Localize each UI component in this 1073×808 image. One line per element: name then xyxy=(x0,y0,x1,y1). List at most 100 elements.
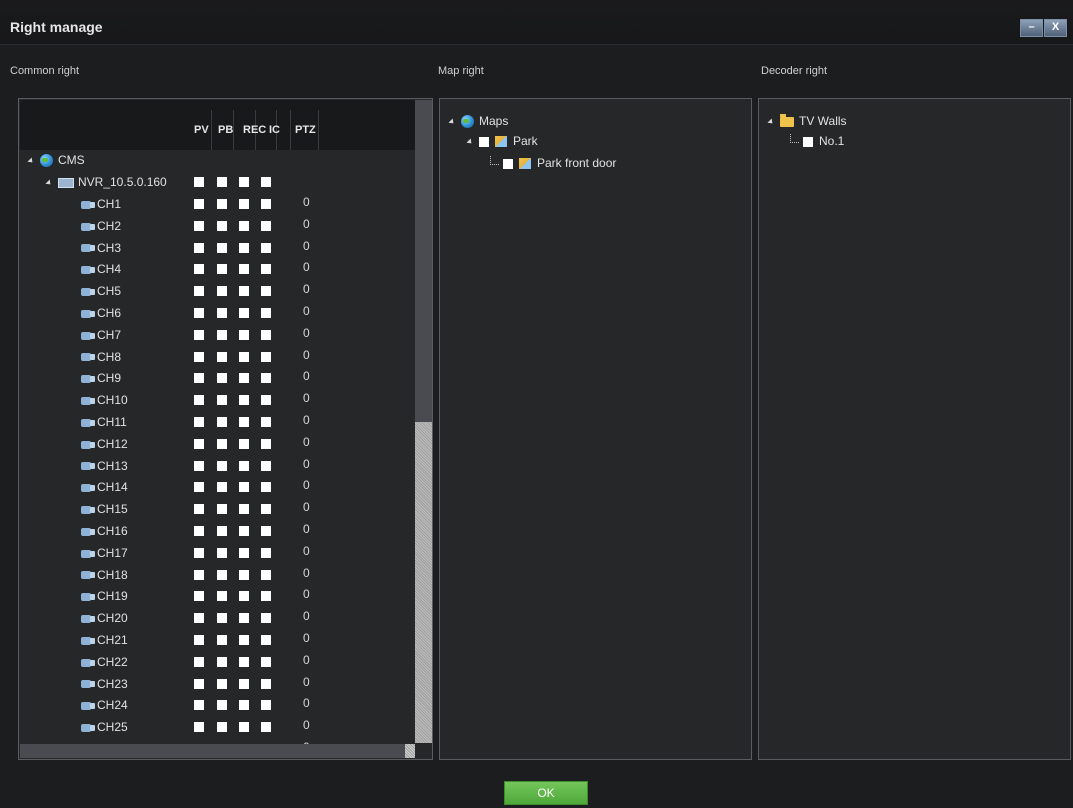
tree-node-park[interactable]: Park xyxy=(466,131,538,151)
channel-row[interactable]: CH10 0 xyxy=(81,390,381,410)
channel-pb-checkbox[interactable] xyxy=(217,242,227,253)
channel-pb-checkbox[interactable] xyxy=(217,678,227,689)
channel-rec-checkbox[interactable] xyxy=(239,373,249,384)
channel-rec-checkbox[interactable] xyxy=(239,504,249,515)
tree-node-park-front-door[interactable]: Park front door xyxy=(490,153,616,173)
channel-ic-checkbox[interactable] xyxy=(261,199,271,209)
channel-ptz-value[interactable]: 0 xyxy=(303,584,310,604)
channel-pb-checkbox[interactable] xyxy=(217,700,227,711)
channel-ptz-value[interactable]: 0 xyxy=(303,672,310,692)
channel-pv-checkbox[interactable] xyxy=(194,329,204,340)
channel-pv-checkbox[interactable] xyxy=(194,242,204,253)
channel-rec-checkbox[interactable] xyxy=(239,264,249,275)
channel-ptz-value[interactable]: 0 xyxy=(303,214,310,234)
channel-pv-checkbox[interactable] xyxy=(194,438,204,449)
channel-ptz-value[interactable]: 0 xyxy=(303,541,310,561)
channel-pb-checkbox[interactable] xyxy=(217,199,227,209)
channel-rec-checkbox[interactable] xyxy=(239,351,249,362)
channel-pv-checkbox[interactable] xyxy=(194,199,204,209)
channel-ic-checkbox[interactable] xyxy=(261,264,271,275)
channel-pb-checkbox[interactable] xyxy=(217,504,227,515)
channel-ic-checkbox[interactable] xyxy=(261,569,271,580)
channel-row[interactable]: CH4 0 xyxy=(81,259,381,279)
channel-pv-checkbox[interactable] xyxy=(194,635,204,645)
minimize-button[interactable]: – xyxy=(1020,19,1043,37)
channel-ptz-value[interactable]: 0 xyxy=(303,497,310,517)
channel-row[interactable]: CH1 0 xyxy=(81,194,381,214)
channel-row[interactable]: CH6 0 xyxy=(81,303,381,323)
channel-rec-checkbox[interactable] xyxy=(239,591,249,602)
channel-pb-checkbox[interactable] xyxy=(217,264,227,275)
channel-ptz-value[interactable]: 0 xyxy=(303,519,310,539)
tree-node-tv-walls[interactable]: TV Walls xyxy=(767,111,847,131)
channel-pb-checkbox[interactable] xyxy=(217,417,227,427)
channel-rec-checkbox[interactable] xyxy=(239,395,249,406)
tree-node-cms[interactable]: CMS xyxy=(27,150,85,170)
channel-row[interactable]: CH19 0 xyxy=(81,586,381,606)
channel-pv-checkbox[interactable] xyxy=(194,526,204,536)
horizontal-scrollbar[interactable] xyxy=(20,744,415,758)
tree-node-maps[interactable]: Maps xyxy=(448,111,508,131)
expand-arrow-icon[interactable] xyxy=(767,118,775,126)
channel-pv-checkbox[interactable] xyxy=(194,264,204,275)
channel-ptz-value[interactable]: 0 xyxy=(303,715,310,735)
channel-pb-checkbox[interactable] xyxy=(217,547,227,558)
channel-pb-checkbox[interactable] xyxy=(217,329,227,340)
channel-ic-checkbox[interactable] xyxy=(261,351,271,362)
channel-pb-checkbox[interactable] xyxy=(217,526,227,536)
channel-row[interactable]: CH12 0 xyxy=(81,434,381,454)
channel-rec-checkbox[interactable] xyxy=(239,678,249,689)
channel-ptz-value[interactable]: 0 xyxy=(303,345,310,365)
column-pb[interactable]: PB xyxy=(218,124,233,136)
channel-row[interactable]: CH2 0 xyxy=(81,216,381,236)
park-checkbox[interactable] xyxy=(479,136,489,147)
channel-ptz-value[interactable]: 0 xyxy=(303,432,310,452)
channel-ic-checkbox[interactable] xyxy=(261,373,271,384)
channel-pb-checkbox[interactable] xyxy=(217,373,227,384)
column-rec[interactable]: REC xyxy=(243,124,266,136)
channel-ic-checkbox[interactable] xyxy=(261,395,271,406)
channel-pv-checkbox[interactable] xyxy=(194,656,204,667)
channel-row[interactable]: CH22 0 xyxy=(81,652,381,672)
channel-rec-checkbox[interactable] xyxy=(239,613,249,624)
channel-ptz-value[interactable]: 0 xyxy=(303,279,310,299)
channel-rec-checkbox[interactable] xyxy=(239,722,249,733)
channel-ic-checkbox[interactable] xyxy=(261,700,271,711)
channel-pb-checkbox[interactable] xyxy=(217,460,227,471)
channel-rec-checkbox[interactable] xyxy=(239,417,249,427)
channel-pb-checkbox[interactable] xyxy=(217,635,227,645)
channel-ic-checkbox[interactable] xyxy=(261,286,271,297)
channel-ptz-value[interactable]: 0 xyxy=(303,606,310,626)
expand-arrow-icon[interactable] xyxy=(466,138,474,146)
channel-row[interactable]: CH9 0 xyxy=(81,368,381,388)
channel-row[interactable]: CH25 0 xyxy=(81,717,381,737)
channel-ptz-value[interactable]: 0 xyxy=(303,563,310,583)
channel-rec-checkbox[interactable] xyxy=(239,547,249,558)
channel-pv-checkbox[interactable] xyxy=(194,417,204,427)
channel-pv-checkbox[interactable] xyxy=(194,569,204,580)
channel-ic-checkbox[interactable] xyxy=(261,526,271,536)
column-ic[interactable]: IC xyxy=(269,124,280,136)
tree-node-no1[interactable]: No.1 xyxy=(790,131,844,151)
expand-arrow-icon[interactable] xyxy=(448,118,456,126)
channel-pb-checkbox[interactable] xyxy=(217,591,227,602)
channel-pv-checkbox[interactable] xyxy=(194,220,204,231)
channel-pv-checkbox[interactable] xyxy=(194,504,204,515)
channel-ic-checkbox[interactable] xyxy=(261,613,271,624)
channel-row[interactable]: CH23 0 xyxy=(81,674,381,694)
channel-pv-checkbox[interactable] xyxy=(194,678,204,689)
nvr-ic-checkbox[interactable] xyxy=(261,177,271,187)
channel-pb-checkbox[interactable] xyxy=(217,351,227,362)
no1-checkbox[interactable] xyxy=(803,136,813,147)
channel-ptz-value[interactable]: 0 xyxy=(303,301,310,321)
channel-ic-checkbox[interactable] xyxy=(261,504,271,515)
channel-ptz-value[interactable]: 0 xyxy=(303,236,310,256)
expand-arrow-icon[interactable] xyxy=(45,179,53,187)
channel-row[interactable]: CH20 0 xyxy=(81,608,381,628)
channel-rec-checkbox[interactable] xyxy=(239,569,249,580)
channel-pb-checkbox[interactable] xyxy=(217,220,227,231)
channel-ic-checkbox[interactable] xyxy=(261,417,271,427)
channel-ptz-value[interactable]: 0 xyxy=(303,257,310,277)
park-front-door-checkbox[interactable] xyxy=(503,158,513,169)
channel-ic-checkbox[interactable] xyxy=(261,656,271,667)
